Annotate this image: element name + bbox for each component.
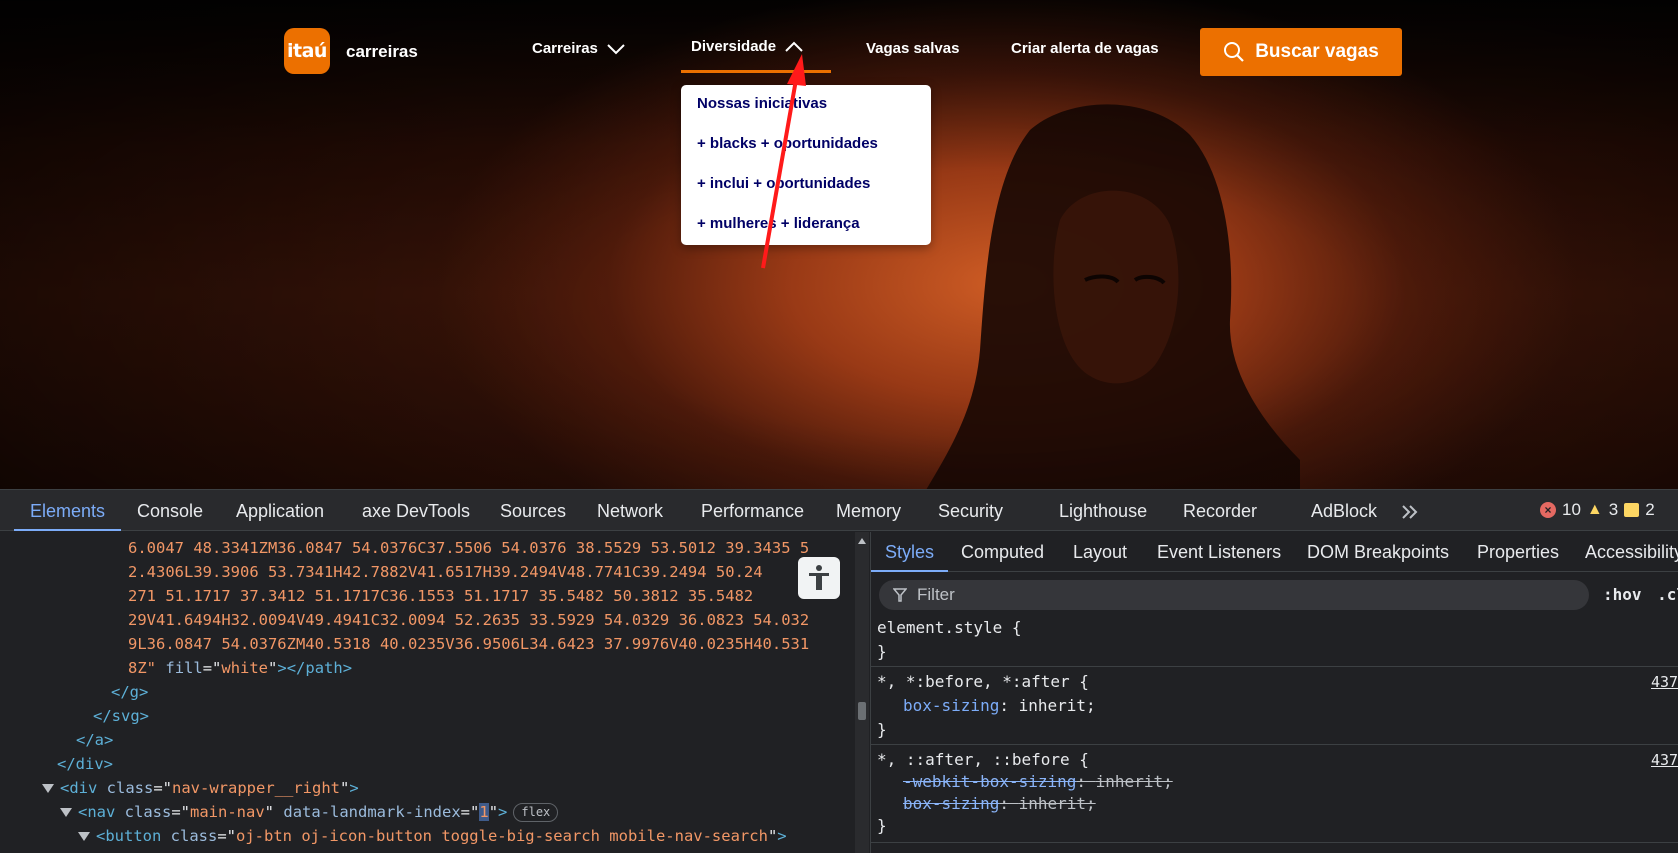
tab-network[interactable]: Network: [597, 490, 663, 531]
issues-count: 2: [1645, 500, 1655, 519]
buscar-vagas-button[interactable]: Buscar vagas: [1200, 28, 1402, 76]
buscar-vagas-label: Buscar vagas: [1255, 41, 1379, 62]
svg-path-data-line[interactable]: 9L36.0847 54.0376ZM40.5318 40.0235V36.95…: [128, 632, 809, 656]
cls-toggle[interactable]: .cls: [1657, 585, 1678, 604]
hov-cls-toggles: :hov .cls: [1603, 585, 1678, 604]
nav-criar-alerta-label: Criar alerta de vagas: [1011, 40, 1159, 57]
scroll-up-arrow-icon[interactable]: [858, 538, 866, 544]
tab-dom-breakpoints[interactable]: DOM Breakpoints: [1307, 532, 1449, 572]
rule-source-link[interactable]: 437: [1651, 670, 1678, 694]
tab-lighthouse[interactable]: Lighthouse: [1059, 490, 1147, 531]
warning-count: 3: [1608, 500, 1619, 519]
rule-selector: *, *:before, *:after {: [877, 672, 1089, 691]
elements-scrollbar[interactable]: [855, 532, 869, 853]
itau-logo[interactable]: itaú: [284, 28, 330, 74]
rule-source-link[interactable]: 437: [1651, 748, 1678, 772]
rule-close: }: [877, 642, 887, 661]
svg-path-data-line[interactable]: 29V41.6494H32.0094V49.4941C32.0094 52.26…: [128, 608, 809, 632]
tab-event-listeners[interactable]: Event Listeners: [1157, 532, 1281, 572]
tab-recorder[interactable]: Recorder: [1183, 490, 1257, 531]
scrollbar-thumb[interactable]: [858, 702, 866, 720]
rule-close: }: [877, 720, 887, 739]
issues-icon: [1624, 503, 1640, 517]
expand-triangle-icon[interactable]: [42, 784, 54, 793]
dropdown-item-inclui[interactable]: + inclui + oportunidades: [697, 175, 870, 192]
rule-declaration[interactable]: box-sizing: inherit;: [903, 694, 1096, 718]
rule-divider: [871, 744, 1678, 745]
nav-diversidade[interactable]: Diversidade: [691, 38, 804, 55]
warning-icon: ▲: [1586, 501, 1603, 518]
devtools-issue-counters[interactable]: × 10 ▲ 3 2: [1540, 500, 1655, 520]
mobile-nav-search-button-node[interactable]: <button class="oj-btn oj-icon-button tog…: [78, 824, 787, 848]
tab-properties[interactable]: Properties: [1477, 532, 1559, 572]
tab-application[interactable]: Application: [236, 490, 324, 531]
tab-security[interactable]: Security: [938, 490, 1003, 531]
accessibility-widget-button[interactable]: [798, 557, 840, 599]
error-count: 10: [1562, 500, 1581, 519]
styles-sidebar: Styles Computed Layout Event Listeners D…: [870, 532, 1678, 853]
rule-divider: [871, 666, 1678, 667]
styles-filter-input[interactable]: Filter: [879, 580, 1589, 610]
devtools-tab-bar: Elements Console Application axe DevTool…: [0, 489, 1678, 531]
tab-accessibility[interactable]: Accessibility: [1585, 532, 1678, 572]
rule-selector: element.style {: [877, 618, 1022, 637]
tab-performance[interactable]: Performance: [701, 490, 804, 531]
diversidade-dropdown-menu: Nossas iniciativas + blacks + oportunida…: [681, 85, 931, 245]
filter-icon: [893, 588, 907, 602]
double-chevron-icon: [1402, 505, 1418, 519]
a-close-tag[interactable]: </a>: [76, 728, 113, 752]
tab-layout[interactable]: Layout: [1073, 532, 1127, 572]
nav-carreiras-label: Carreiras: [532, 40, 598, 57]
nav-diversidade-label: Diversidade: [691, 38, 777, 55]
tab-axe-devtools[interactable]: axe DevTools: [362, 490, 470, 531]
brand-name[interactable]: carreiras: [346, 42, 418, 62]
main-nav-node[interactable]: <nav class="main-nav" data-landmark-inde…: [60, 800, 559, 824]
g-close-tag[interactable]: </g>: [111, 680, 148, 704]
svg-path-data-line[interactable]: 6.0047 48.3341ZM36.0847 54.0376C37.5506 …: [128, 536, 809, 560]
tab-console[interactable]: Console: [137, 490, 203, 531]
svg-path-end-line[interactable]: 8Z" fill="white"></path>: [128, 656, 352, 680]
flex-badge[interactable]: flex: [513, 803, 559, 822]
nav-criar-alerta[interactable]: Criar alerta de vagas: [1011, 40, 1159, 57]
nav-wrapper-right-node[interactable]: <div class="nav-wrapper__right">: [42, 776, 359, 800]
expand-triangle-icon[interactable]: [78, 832, 90, 841]
div-close-tag[interactable]: </div>: [57, 752, 113, 776]
logo-text: itaú: [287, 40, 327, 62]
tab-computed[interactable]: Computed: [961, 532, 1044, 572]
tab-sources[interactable]: Sources: [500, 490, 566, 531]
chevron-up-icon: [785, 41, 803, 52]
rule-declaration-overridden[interactable]: box-sizing: inherit;: [903, 792, 1096, 816]
svg-close-tag[interactable]: </svg>: [93, 704, 149, 728]
rule-divider: [871, 842, 1678, 843]
rule-close: }: [877, 816, 887, 835]
svg-path-data-line[interactable]: 2.4306L39.3906 53.7341H42.7882V41.6517H3…: [128, 560, 763, 584]
search-icon: [1224, 42, 1244, 62]
hov-toggle[interactable]: :hov: [1603, 585, 1642, 604]
styles-tab-bar: Styles Computed Layout Event Listeners D…: [871, 532, 1678, 572]
accessibility-person-icon: [809, 565, 829, 590]
svg-path-data-line[interactable]: 271 51.1717 37.3412 51.1717C36.1553 51.1…: [128, 584, 753, 608]
rule-selector: *, ::after, ::before {: [877, 750, 1089, 769]
rule-declaration-overridden[interactable]: -webkit-box-sizing: inherit;: [903, 770, 1173, 794]
tab-styles[interactable]: Styles: [871, 532, 949, 572]
nav-carreiras[interactable]: Carreiras: [532, 40, 626, 57]
nav-vagas-salvas-label: Vagas salvas: [866, 40, 960, 57]
devtools-panel: Elements Console Application axe DevTool…: [0, 489, 1678, 853]
active-nav-underline: [681, 70, 831, 73]
tab-adblock[interactable]: AdBlock: [1311, 490, 1377, 531]
expand-triangle-icon[interactable]: [60, 808, 72, 817]
more-tabs-button[interactable]: [1400, 490, 1420, 531]
elements-dom-tree[interactable]: 6.0047 48.3341ZM36.0847 54.0376C37.5506 …: [0, 532, 855, 853]
error-icon: ×: [1540, 502, 1556, 518]
tab-elements[interactable]: Elements: [14, 490, 122, 531]
dropdown-item-blacks[interactable]: + blacks + oportunidades: [697, 135, 878, 152]
tab-memory[interactable]: Memory: [836, 490, 901, 531]
dropdown-item-nossas-iniciativas[interactable]: Nossas iniciativas: [697, 95, 827, 112]
website-viewport: itaú carreiras Carreiras Diversidade Vag…: [0, 0, 1678, 489]
chevron-down-icon: [607, 43, 625, 54]
dropdown-item-mulheres[interactable]: + mulheres + liderança: [697, 215, 860, 232]
filter-placeholder: Filter: [917, 585, 955, 604]
nav-vagas-salvas[interactable]: Vagas salvas: [866, 40, 959, 57]
